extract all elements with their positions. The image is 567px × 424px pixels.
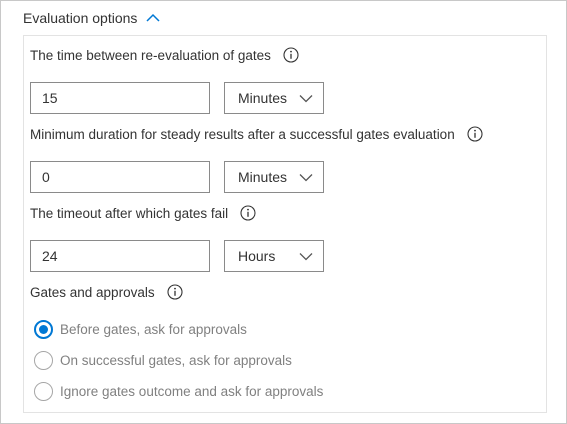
info-icon[interactable] <box>283 47 299 63</box>
reevaluation-unit-select[interactable]: Minutes <box>224 82 324 114</box>
info-icon[interactable] <box>167 284 183 300</box>
radio-on-successful-gates[interactable]: On successful gates, ask for approvals <box>34 351 292 370</box>
radio-button-selected[interactable] <box>34 320 53 339</box>
timeout-label-row: The timeout after which gates fail <box>30 205 256 221</box>
steady-duration-label-row: Minimum duration for steady results afte… <box>30 126 483 142</box>
timeout-label: The timeout after which gates fail <box>30 205 229 221</box>
section-header[interactable]: Evaluation options <box>23 10 161 26</box>
radio-label: Before gates, ask for approvals <box>60 322 247 337</box>
approvals-label-row: Gates and approvals <box>30 284 183 300</box>
evaluation-options-panel: The time between re-evaluation of gates … <box>23 35 547 413</box>
steady-duration-unit-value: Minutes <box>238 169 288 185</box>
reevaluation-unit-value: Minutes <box>238 90 288 106</box>
timeout-unit-value: Hours <box>238 248 276 264</box>
steady-duration-unit-select[interactable]: Minutes <box>224 161 324 193</box>
radio-label: On successful gates, ask for approvals <box>60 353 292 368</box>
timeout-input[interactable] <box>30 240 210 272</box>
chevron-down-icon <box>299 173 313 181</box>
steady-duration-label: Minimum duration for steady results afte… <box>30 126 455 142</box>
evaluation-options-window: Evaluation options The time between re-e… <box>0 0 567 424</box>
timeout-unit-select[interactable]: Hours <box>224 240 324 272</box>
info-icon[interactable] <box>240 205 256 221</box>
section-title: Evaluation options <box>23 10 138 26</box>
reevaluation-label-row: The time between re-evaluation of gates <box>30 47 299 63</box>
radio-label: Ignore gates outcome and ask for approva… <box>60 384 324 399</box>
info-icon[interactable] <box>467 126 483 142</box>
radio-button[interactable] <box>34 351 53 370</box>
reevaluation-time-input[interactable] <box>30 82 210 114</box>
radio-button[interactable] <box>34 382 53 401</box>
approvals-label: Gates and approvals <box>30 284 155 300</box>
radio-ignore-gates[interactable]: Ignore gates outcome and ask for approva… <box>34 382 323 401</box>
reevaluation-label: The time between re-evaluation of gates <box>30 47 271 63</box>
steady-duration-input[interactable] <box>30 161 210 193</box>
chevron-down-icon <box>299 252 313 260</box>
chevron-up-icon[interactable] <box>145 12 161 24</box>
radio-before-gates[interactable]: Before gates, ask for approvals <box>34 320 247 339</box>
chevron-down-icon <box>299 94 313 102</box>
